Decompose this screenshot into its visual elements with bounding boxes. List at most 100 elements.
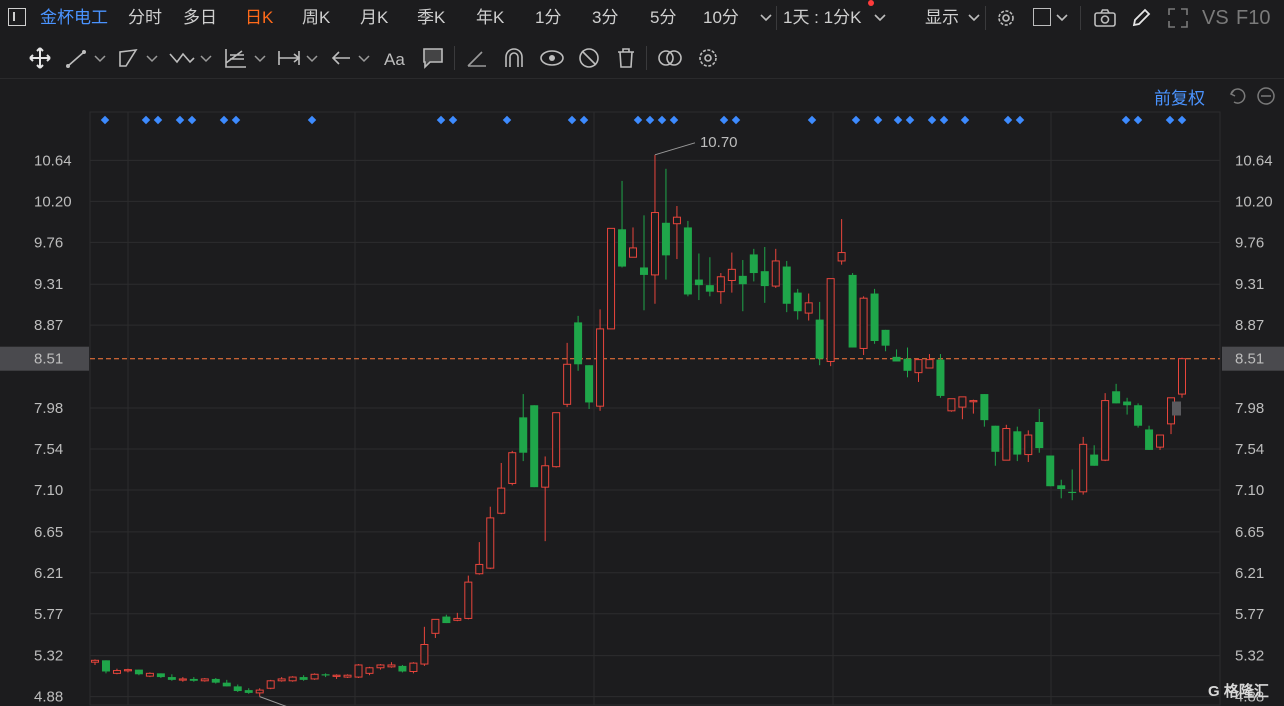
chevron-down-icon[interactable] bbox=[358, 54, 370, 64]
hide-icon[interactable] bbox=[575, 46, 603, 70]
chevron-down-icon[interactable] bbox=[146, 54, 158, 64]
pencil-icon[interactable] bbox=[1130, 7, 1152, 29]
top-bar: 金杯电工 分时 多日 日K 周K 月K 季K 年K 1分 3分 5分 10分 1… bbox=[0, 0, 1284, 36]
signal-marker bbox=[219, 115, 229, 125]
signal-marker bbox=[1165, 115, 1175, 125]
chevron-down-icon[interactable] bbox=[200, 54, 212, 64]
signal-marker bbox=[731, 115, 741, 125]
signal-marker bbox=[657, 115, 667, 125]
candle bbox=[244, 688, 253, 694]
menu-icon[interactable] bbox=[8, 8, 26, 26]
tab-period-yuek[interactable]: 月K bbox=[360, 0, 388, 36]
signal-marker bbox=[905, 115, 915, 125]
trash-icon[interactable] bbox=[612, 46, 640, 70]
wave-icon[interactable] bbox=[168, 46, 196, 70]
y-tick-left: 7.10 bbox=[34, 482, 63, 499]
eye-icon[interactable] bbox=[538, 46, 566, 70]
move-icon[interactable] bbox=[26, 46, 54, 70]
tab-period-duori[interactable]: 多日 bbox=[183, 0, 217, 36]
ruler-icon[interactable] bbox=[464, 46, 492, 70]
tab-period-3min[interactable]: 3分 bbox=[592, 0, 618, 36]
layout-box-icon[interactable] bbox=[1033, 8, 1051, 26]
chevron-down-icon[interactable] bbox=[306, 54, 318, 64]
fullscreen-icon[interactable] bbox=[1167, 7, 1189, 29]
signal-marker bbox=[448, 115, 458, 125]
tab-period-10min[interactable]: 10分 bbox=[703, 0, 739, 36]
display-menu[interactable]: 显示 bbox=[925, 0, 959, 36]
signal-marker bbox=[1003, 115, 1013, 125]
candle bbox=[771, 248, 780, 288]
tab-period-jik[interactable]: 季K bbox=[417, 0, 445, 36]
candle bbox=[903, 347, 912, 378]
y-tick-left: 10.20 bbox=[34, 193, 72, 210]
y-tick-right: 6.65 bbox=[1235, 524, 1264, 541]
chevron-down-icon[interactable] bbox=[94, 54, 106, 64]
chevron-down-icon[interactable] bbox=[874, 13, 886, 23]
line-icon[interactable] bbox=[64, 46, 92, 70]
candle bbox=[716, 273, 725, 304]
candle bbox=[420, 626, 429, 666]
candle bbox=[607, 227, 616, 330]
candle bbox=[431, 618, 440, 638]
settings-icon[interactable] bbox=[694, 46, 722, 70]
high-pointer bbox=[654, 142, 696, 156]
signal-marker bbox=[175, 115, 185, 125]
tab-period-5min[interactable]: 5分 bbox=[650, 0, 676, 36]
text-icon[interactable]: Aa bbox=[382, 46, 410, 70]
tab-period-rik[interactable]: 日K bbox=[245, 0, 273, 36]
candle bbox=[541, 456, 550, 542]
measure-icon[interactable] bbox=[276, 46, 304, 70]
chevron-down-icon[interactable] bbox=[968, 13, 980, 23]
tab-period-niank[interactable]: 年K bbox=[476, 0, 504, 36]
vs-button[interactable]: VS bbox=[1202, 0, 1229, 36]
fib-icon[interactable] bbox=[222, 46, 250, 70]
magnet-icon[interactable] bbox=[500, 46, 528, 70]
signal-marker bbox=[436, 115, 446, 125]
y-tick-left: 7.98 bbox=[34, 400, 63, 417]
f10-button[interactable]: F10 bbox=[1236, 0, 1270, 36]
candle bbox=[991, 425, 1000, 466]
candle bbox=[804, 293, 813, 321]
watermark-logo: G 格隆汇 bbox=[1208, 683, 1269, 700]
tab-period-zhouk[interactable]: 周K bbox=[302, 0, 330, 36]
candle bbox=[365, 666, 374, 676]
y-tick-left: 8.51 bbox=[34, 351, 63, 368]
candle bbox=[881, 329, 890, 352]
chevron-down-icon[interactable] bbox=[760, 13, 772, 23]
y-tick-right: 8.51 bbox=[1235, 351, 1264, 368]
signal-marker bbox=[1177, 115, 1187, 125]
candle bbox=[1145, 425, 1154, 450]
candle bbox=[793, 288, 802, 320]
candle bbox=[1024, 430, 1033, 463]
chevron-down-icon[interactable] bbox=[1056, 13, 1068, 23]
signal-marker bbox=[153, 115, 163, 125]
y-tick-right: 7.98 bbox=[1235, 400, 1264, 417]
candle bbox=[508, 450, 517, 486]
channel-icon[interactable] bbox=[116, 46, 144, 70]
signal-marker bbox=[1133, 115, 1143, 125]
tab-period-1min[interactable]: 1分 bbox=[535, 0, 561, 36]
candle bbox=[1178, 357, 1186, 398]
candle bbox=[101, 660, 110, 674]
note-icon[interactable] bbox=[420, 46, 448, 70]
settings-gear-icon[interactable] bbox=[995, 7, 1017, 29]
candle bbox=[486, 506, 495, 570]
y-tick-left: 5.77 bbox=[34, 606, 63, 623]
arrow-icon[interactable] bbox=[328, 46, 356, 70]
y-axis-right: 10.64 10.20 9.76 9.31 8.87 8.51 7.98 7.54 7.10 6.… bbox=[1222, 152, 1284, 706]
compare-icon[interactable] bbox=[656, 46, 684, 70]
candle bbox=[848, 273, 857, 348]
svg-text:Aa: Aa bbox=[384, 50, 405, 69]
stock-name[interactable]: 金杯电工 bbox=[40, 0, 108, 36]
chevron-down-icon[interactable] bbox=[254, 54, 266, 64]
candle bbox=[1013, 426, 1022, 462]
y-tick-left: 8.87 bbox=[34, 317, 63, 334]
signal-marker bbox=[645, 115, 655, 125]
y-tick-left: 10.64 bbox=[34, 152, 72, 169]
tab-period-fenshi[interactable]: 分时 bbox=[128, 0, 162, 36]
candle bbox=[859, 296, 868, 355]
camera-icon[interactable] bbox=[1093, 8, 1117, 28]
candle bbox=[464, 575, 473, 620]
kline-chart[interactable]: 10.70 4.88 10.64 10.20 9.76 9.31 8.87 8.51 7.98… bbox=[0, 78, 1284, 706]
multi-period-select[interactable]: 1天 : 1分K bbox=[783, 0, 861, 36]
